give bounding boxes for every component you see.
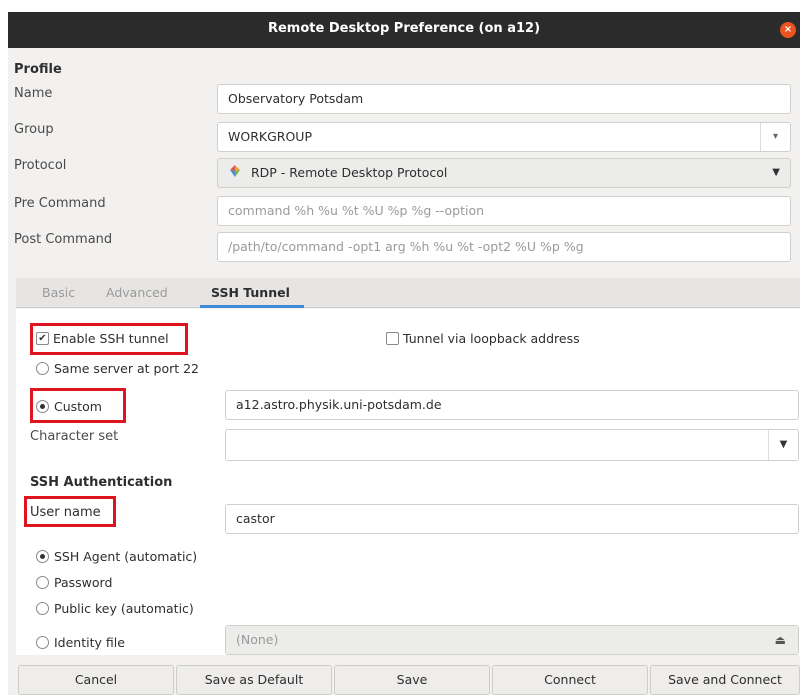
chevron-down-icon[interactable]: ▼ bbox=[768, 430, 798, 460]
name-input[interactable]: Observatory Potsdam bbox=[217, 84, 791, 114]
active-tab-indicator bbox=[200, 305, 304, 308]
radio-off-icon bbox=[36, 602, 49, 615]
post-command-input[interactable]: /path/to/command -opt1 arg %h %u %t -opt… bbox=[217, 232, 791, 262]
cancel-button[interactable]: Cancel bbox=[18, 665, 174, 695]
tab-ssh-tunnel[interactable]: SSH Tunnel bbox=[211, 285, 290, 300]
tunnel-loopback-label: Tunnel via loopback address bbox=[403, 331, 580, 346]
profile-section-label: Profile bbox=[14, 62, 62, 77]
highlight-enable-ssh bbox=[30, 323, 188, 355]
protocol-dropdown[interactable]: RDP - Remote Desktop Protocol ▼ bbox=[217, 158, 791, 188]
chevron-down-icon: ▼ bbox=[772, 167, 780, 178]
tunnel-loopback-checkbox[interactable]: Tunnel via loopback address bbox=[386, 331, 580, 346]
close-icon[interactable]: × bbox=[780, 22, 796, 38]
chevron-down-icon[interactable]: ▾ bbox=[760, 123, 790, 151]
highlight-username bbox=[24, 496, 116, 527]
auth-identity-file-radio[interactable]: Identity file bbox=[36, 635, 125, 650]
tab-advanced[interactable]: Advanced bbox=[106, 285, 168, 300]
save-as-default-button[interactable]: Save as Default bbox=[176, 665, 332, 695]
save-and-connect-button[interactable]: Save and Connect bbox=[650, 665, 800, 695]
group-label: Group bbox=[14, 122, 54, 137]
pre-command-input[interactable]: command %h %u %t %U %p %g --option bbox=[217, 196, 791, 226]
checkbox-empty-icon bbox=[386, 332, 399, 345]
custom-server-input[interactable]: a12.astro.physik.uni-potsdam.de bbox=[225, 390, 799, 420]
tab-bar: Basic Advanced SSH Tunnel bbox=[16, 278, 800, 308]
connect-button[interactable]: Connect bbox=[492, 665, 648, 695]
radio-off-icon bbox=[36, 362, 49, 375]
protocol-value: RDP - Remote Desktop Protocol bbox=[250, 165, 448, 180]
save-button[interactable]: Save bbox=[334, 665, 490, 695]
radio-on-icon bbox=[36, 550, 49, 563]
auth-public-key-radio[interactable]: Public key (automatic) bbox=[36, 601, 194, 616]
same-server-radio[interactable]: Same server at port 22 bbox=[36, 361, 199, 376]
ssh-tunnel-panel: ✔ Enable SSH tunnel Tunnel via loopback … bbox=[16, 309, 800, 655]
charset-label: Character set bbox=[30, 429, 119, 444]
group-value: WORKGROUP bbox=[228, 129, 312, 144]
preferences-window: Profile Name Observatory Potsdam Group W… bbox=[8, 48, 800, 695]
file-open-icon: ⏏ bbox=[774, 633, 786, 647]
tab-basic[interactable]: Basic bbox=[42, 285, 75, 300]
radio-off-icon bbox=[36, 636, 49, 649]
identity-file-chooser[interactable]: (None) ⏏ bbox=[225, 625, 799, 655]
window-title: Remote Desktop Preference (on a12) bbox=[267, 21, 541, 36]
auth-password-label: Password bbox=[54, 575, 113, 590]
auth-ssh-agent-radio[interactable]: SSH Agent (automatic) bbox=[36, 549, 197, 564]
protocol-label: Protocol bbox=[14, 158, 67, 173]
highlight-custom bbox=[30, 388, 126, 423]
auth-identity-file-label: Identity file bbox=[54, 635, 125, 650]
ssh-auth-section-label: SSH Authentication bbox=[30, 475, 173, 490]
identity-file-value: (None) bbox=[236, 632, 279, 647]
radio-off-icon bbox=[36, 576, 49, 589]
name-label: Name bbox=[14, 86, 53, 101]
auth-ssh-agent-label: SSH Agent (automatic) bbox=[54, 549, 198, 564]
same-server-label: Same server at port 22 bbox=[54, 361, 200, 376]
window-titlebar: Remote Desktop Preference (on a12) × bbox=[8, 12, 800, 48]
auth-public-key-label: Public key (automatic) bbox=[54, 601, 194, 616]
pre-command-label: Pre Command bbox=[14, 196, 106, 211]
charset-combo[interactable]: ▼ bbox=[225, 429, 799, 461]
auth-password-radio[interactable]: Password bbox=[36, 575, 112, 590]
rdp-protocol-icon bbox=[228, 160, 242, 188]
button-row: Cancel Save as Default Save Connect Save… bbox=[16, 655, 800, 695]
username-input[interactable]: castor bbox=[225, 504, 799, 534]
group-combo[interactable]: WORKGROUP ▾ bbox=[217, 122, 791, 152]
post-command-label: Post Command bbox=[14, 232, 113, 247]
